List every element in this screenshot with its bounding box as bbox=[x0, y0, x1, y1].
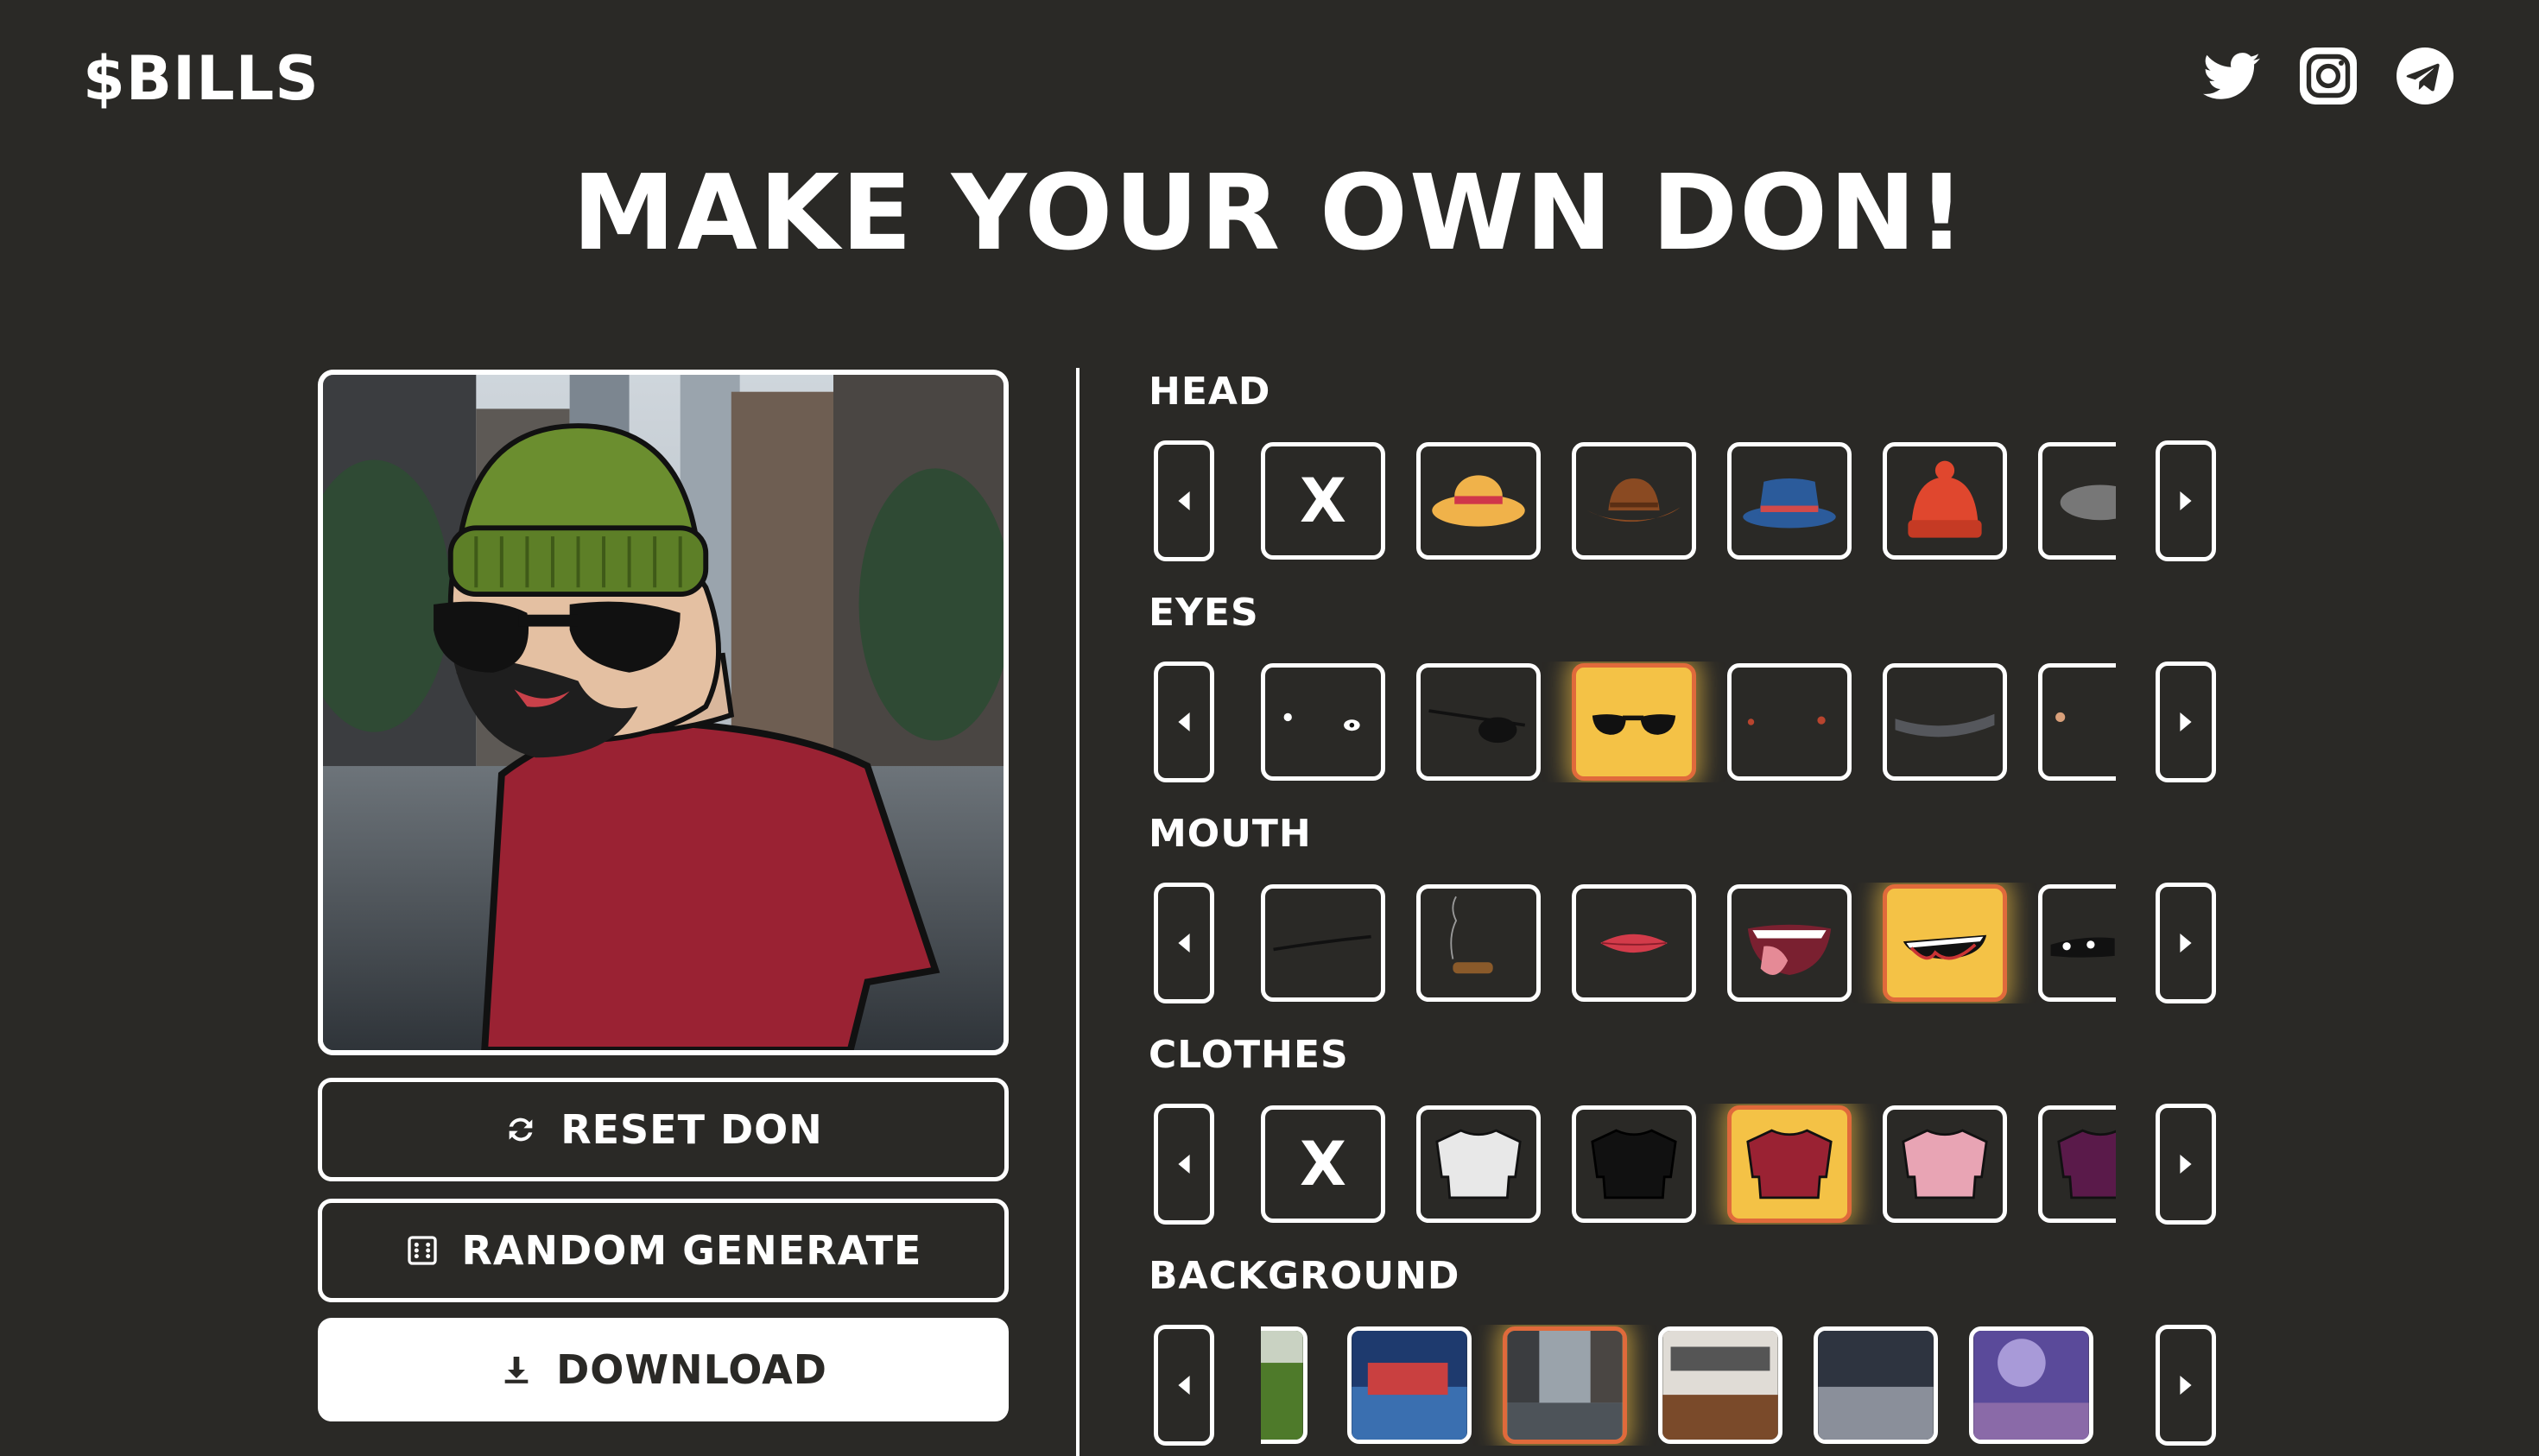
mouth-option-line[interactable] bbox=[1261, 884, 1385, 1002]
head-option-straw-hat[interactable] bbox=[1416, 442, 1541, 560]
telegram-icon[interactable] bbox=[2394, 45, 2456, 107]
eyes-next-button[interactable] bbox=[2156, 662, 2216, 782]
head-option-fedora[interactable] bbox=[1727, 442, 1852, 560]
clothes-option-white-tee[interactable] bbox=[1416, 1105, 1541, 1223]
eyes-option-1[interactable] bbox=[1261, 663, 1385, 781]
reset-don-label: RESET DON bbox=[560, 1106, 823, 1153]
eyes-options bbox=[1261, 662, 2116, 782]
download-button[interactable]: DOWNLOAD bbox=[318, 1318, 1009, 1421]
mouth-next-button[interactable] bbox=[2156, 883, 2216, 1003]
section-label-mouth: MOUTH bbox=[1149, 812, 1312, 856]
head-option-beret[interactable] bbox=[2038, 442, 2116, 560]
head-next-button[interactable] bbox=[2156, 440, 2216, 561]
background-option-galaxy[interactable] bbox=[1969, 1326, 2093, 1444]
background-option-field[interactable] bbox=[1261, 1326, 1307, 1444]
mouth-row bbox=[1154, 883, 2218, 1003]
eyes-prev-button[interactable] bbox=[1154, 662, 1214, 782]
reset-don-button[interactable]: RESET DON bbox=[318, 1078, 1009, 1181]
mouth-option-grin[interactable] bbox=[1883, 884, 2007, 1002]
mouth-option-lips[interactable] bbox=[1572, 884, 1696, 1002]
section-label-clothes: CLOTHES bbox=[1149, 1033, 1349, 1077]
head-option-none[interactable]: X bbox=[1261, 442, 1385, 560]
clothes-option-pink-tee[interactable] bbox=[1883, 1105, 2007, 1223]
eyes-row bbox=[1154, 662, 2218, 782]
download-icon bbox=[504, 1357, 529, 1383]
eyes-option-blindfold[interactable] bbox=[1883, 663, 2007, 781]
clothes-option-purple-tee[interactable] bbox=[2038, 1105, 2116, 1223]
section-label-eyes: EYES bbox=[1149, 591, 1259, 635]
eyes-option-red-eyes[interactable] bbox=[1727, 663, 1852, 781]
divider bbox=[1076, 368, 1080, 1456]
mouth-option-cigar[interactable] bbox=[1416, 884, 1541, 1002]
background-prev-button[interactable] bbox=[1154, 1325, 1214, 1446]
instagram-icon[interactable] bbox=[2297, 45, 2359, 107]
mouth-prev-button[interactable] bbox=[1154, 883, 1214, 1003]
mouth-option-tongue[interactable] bbox=[1727, 884, 1852, 1002]
background-option-kitchen[interactable] bbox=[1658, 1326, 1782, 1444]
mouth-option-6[interactable] bbox=[2038, 884, 2116, 1002]
avatar-preview bbox=[318, 370, 1009, 1055]
eyes-option-eyepatch[interactable] bbox=[1416, 663, 1541, 781]
head-options: X bbox=[1261, 440, 2116, 561]
mouth-options bbox=[1261, 883, 2116, 1003]
social-links bbox=[2200, 45, 2456, 107]
refresh-icon bbox=[509, 1117, 533, 1142]
background-option-yacht[interactable] bbox=[1347, 1326, 1472, 1444]
clothes-option-black-tee[interactable] bbox=[1572, 1105, 1696, 1223]
random-generate-button[interactable]: RANDOM GENERATE bbox=[318, 1199, 1009, 1302]
random-generate-label: RANDOM GENERATE bbox=[461, 1227, 922, 1274]
clothes-row: X bbox=[1154, 1104, 2218, 1225]
background-option-city-street[interactable] bbox=[1503, 1326, 1627, 1444]
download-label: DOWNLOAD bbox=[556, 1346, 827, 1393]
dice-icon bbox=[407, 1236, 437, 1265]
background-option-crowd[interactable] bbox=[1814, 1326, 1938, 1444]
head-option-cowboy-hat[interactable] bbox=[1572, 442, 1696, 560]
page-title: MAKE YOUR OWN DON! bbox=[572, 154, 1967, 274]
head-option-pom-beanie[interactable] bbox=[1883, 442, 2007, 560]
eyes-option-sunglasses[interactable] bbox=[1572, 663, 1696, 781]
background-next-button[interactable] bbox=[2156, 1325, 2216, 1446]
clothes-prev-button[interactable] bbox=[1154, 1104, 1214, 1225]
clothes-option-none[interactable]: X bbox=[1261, 1105, 1385, 1223]
head-prev-button[interactable] bbox=[1154, 440, 1214, 561]
head-row: X bbox=[1154, 440, 2218, 561]
section-label-background: BACKGROUND bbox=[1149, 1254, 1460, 1298]
clothes-option-red-tee[interactable] bbox=[1727, 1105, 1852, 1223]
twitter-icon[interactable] bbox=[2200, 45, 2263, 107]
eyes-option-6[interactable] bbox=[2038, 663, 2116, 781]
clothes-options: X bbox=[1261, 1104, 2116, 1225]
section-label-head: HEAD bbox=[1149, 370, 1271, 414]
background-row bbox=[1154, 1325, 2218, 1446]
background-options bbox=[1261, 1325, 2116, 1446]
clothes-next-button[interactable] bbox=[2156, 1104, 2216, 1225]
logo[interactable]: $BILLS bbox=[83, 43, 320, 114]
